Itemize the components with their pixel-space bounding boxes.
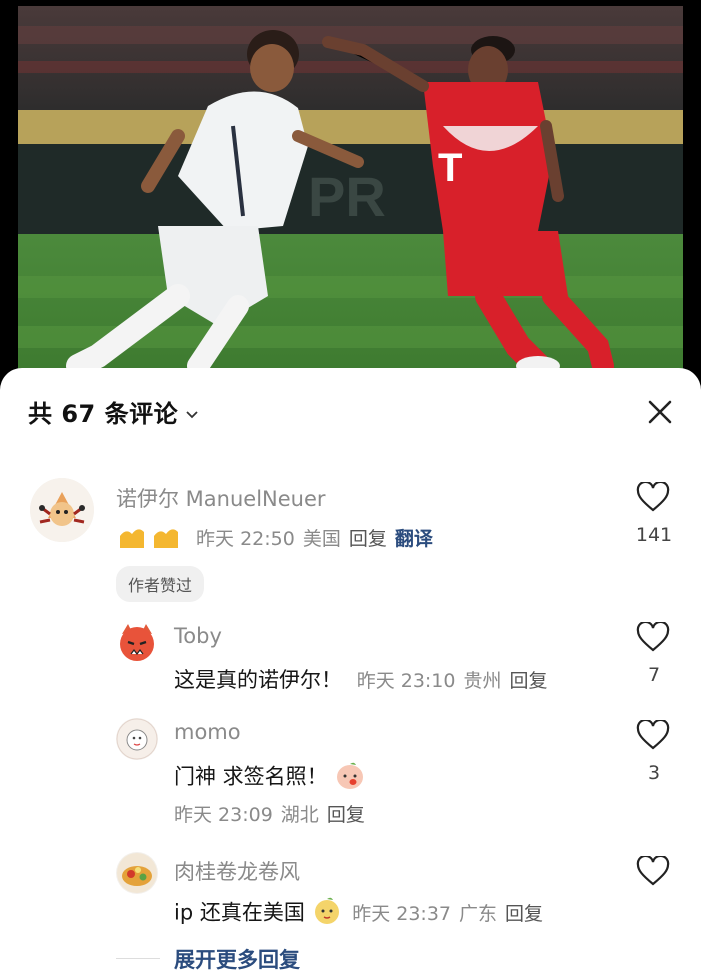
reply-button[interactable]: 回复 bbox=[510, 670, 548, 692]
svg-text:T: T bbox=[438, 146, 462, 190]
angry-cat-avatar-icon bbox=[120, 624, 154, 661]
food-avatar-icon bbox=[117, 853, 157, 893]
comment-meta: 昨天 22:50 美国 回复 翻译 bbox=[116, 522, 433, 557]
heart-icon bbox=[636, 480, 670, 512]
chevron-down-icon bbox=[184, 401, 200, 429]
peach-face-emoji-icon bbox=[312, 896, 342, 931]
close-icon bbox=[648, 400, 672, 424]
reply-time: 昨天 23:10 bbox=[356, 670, 456, 692]
reply-time: 昨天 23:09 bbox=[174, 804, 273, 826]
like-button[interactable] bbox=[636, 480, 670, 512]
reply-text: 门神 求签名照！ bbox=[174, 764, 328, 789]
reply-row: ip 还真在美国 昨天 23:37 广东 回复 bbox=[174, 896, 543, 931]
like-button[interactable] bbox=[636, 854, 670, 886]
comment-count-label: 共 67 条评论 bbox=[28, 400, 179, 428]
reply-button[interactable]: 回复 bbox=[505, 903, 543, 925]
svg-text:PR: PR bbox=[308, 165, 386, 228]
like-button[interactable] bbox=[636, 620, 670, 652]
fox-avatar-icon bbox=[30, 478, 94, 542]
reply-author[interactable]: Toby bbox=[174, 624, 222, 648]
like-button[interactable] bbox=[636, 718, 670, 750]
reply-row: 这是真的诺伊尔！ 昨天 23:10 贵州 回复 bbox=[174, 664, 548, 694]
sketch-face-avatar-icon bbox=[116, 718, 158, 760]
heart-icon bbox=[636, 718, 670, 750]
heart-icon bbox=[636, 854, 670, 886]
reply-button[interactable]: 回复 bbox=[349, 528, 387, 550]
like-count: 141 bbox=[635, 524, 673, 546]
reply-text: 这是真的诺伊尔！ bbox=[174, 668, 342, 692]
reply-row: 门神 求签名照！ bbox=[174, 760, 366, 795]
post-photo[interactable]: PR T bbox=[18, 6, 683, 378]
reply-meta: 昨天 23:09 湖北 回复 bbox=[174, 800, 365, 827]
reply-text: ip 还真在美国 bbox=[174, 900, 305, 925]
reply-location: 湖北 bbox=[280, 804, 319, 826]
close-button[interactable] bbox=[642, 394, 678, 430]
flexed-biceps-icon bbox=[116, 522, 186, 557]
like-count: 7 bbox=[647, 664, 661, 686]
translate-button[interactable]: 翻译 bbox=[395, 528, 433, 550]
reply-meta: 昨天 23:37 广东 回复 bbox=[352, 903, 543, 925]
avatar-manuelneuer[interactable] bbox=[30, 478, 94, 542]
heart-icon bbox=[636, 620, 670, 652]
comment-time: 昨天 22:50 bbox=[196, 528, 295, 550]
reply-author[interactable]: 肉桂卷龙卷风 bbox=[174, 856, 300, 886]
comment-location: 美国 bbox=[302, 528, 341, 550]
like-count: 3 bbox=[647, 762, 661, 784]
avatar-rouguijuan[interactable] bbox=[116, 852, 158, 894]
comment-count-header[interactable]: 共 67 条评论 bbox=[28, 394, 200, 429]
blush-peach-emoji-icon bbox=[334, 760, 366, 795]
reply-time: 昨天 23:37 bbox=[352, 902, 452, 925]
reply-location: 广东 bbox=[459, 902, 498, 925]
divider bbox=[116, 958, 160, 959]
avatar-momo[interactable] bbox=[116, 718, 158, 760]
football-photo-illustration: PR T bbox=[18, 6, 683, 378]
expand-more-replies-button[interactable]: 展开更多回复 bbox=[174, 944, 300, 974]
comment-author[interactable]: 诺伊尔 ManuelNeuer bbox=[116, 483, 326, 513]
author-liked-badge: 作者赞过 bbox=[116, 566, 205, 602]
reply-meta: 昨天 23:10 贵州 回复 bbox=[357, 670, 548, 692]
reply-author[interactable]: momo bbox=[174, 720, 241, 744]
reply-button[interactable]: 回复 bbox=[327, 804, 365, 826]
comment-sheet: 共 67 条评论 诺伊尔 ManuelNeuer 昨天 22:50 美国 回复 … bbox=[0, 368, 701, 974]
avatar-toby[interactable] bbox=[116, 622, 158, 664]
reply-location: 贵州 bbox=[463, 670, 502, 692]
